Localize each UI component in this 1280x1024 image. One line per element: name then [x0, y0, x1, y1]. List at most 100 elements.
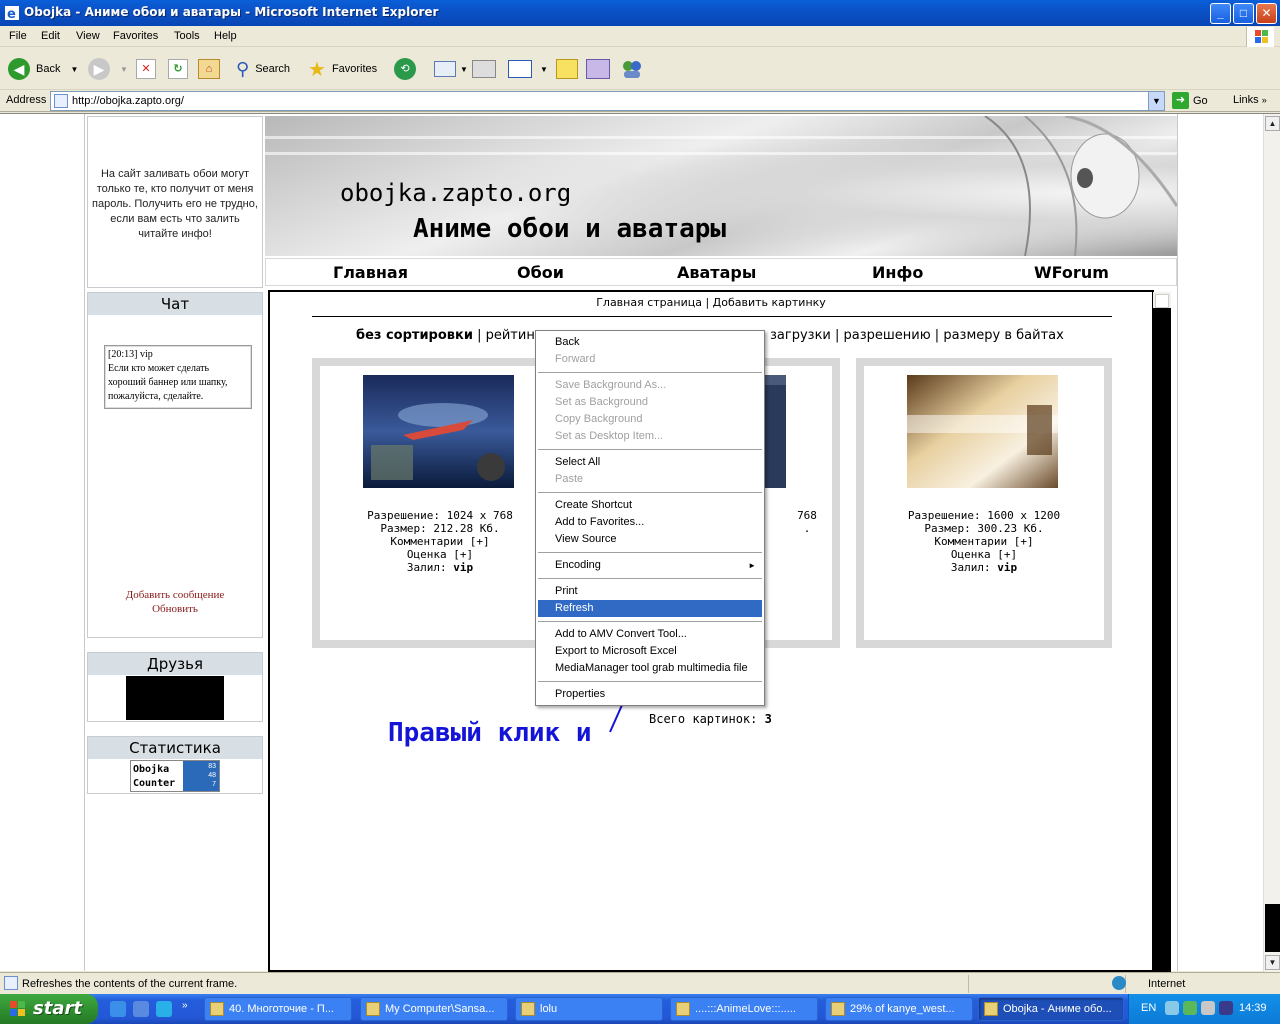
skype-quicklaunch-icon[interactable] — [156, 1001, 172, 1017]
sort-current[interactable]: без сортировки — [356, 328, 473, 343]
address-bar: Address http://obojka.zapto.org/ ▼ ➜ Go … — [0, 90, 1280, 112]
mail-dropdown-icon[interactable]: ▼ — [460, 65, 468, 74]
wallpaper-thumbnail[interactable] — [907, 375, 1058, 488]
research-button[interactable] — [586, 56, 610, 82]
forward-dropdown-icon[interactable]: ▼ — [120, 65, 128, 74]
context-menu-item[interactable]: Add to AMV Convert Tool... — [538, 626, 762, 643]
back-button[interactable]: ◀ Back ▼ — [8, 56, 78, 82]
close-button[interactable]: ✕ — [1256, 3, 1277, 24]
wallpaper-thumbnail[interactable] — [363, 375, 514, 488]
tray-icon[interactable] — [1183, 1001, 1197, 1015]
scroll-up-icon[interactable] — [1155, 294, 1169, 308]
start-button[interactable]: start — [0, 994, 98, 1024]
context-menu-item[interactable]: Export to Microsoft Excel — [538, 643, 762, 660]
maximize-button[interactable]: □ — [1233, 3, 1254, 24]
context-menu-item[interactable]: Properties — [538, 686, 762, 703]
language-indicator[interactable]: EN — [1141, 1002, 1156, 1014]
ie-quicklaunch-icon[interactable] — [110, 1001, 126, 1017]
sort-rating[interactable]: | рейтин — [473, 328, 535, 343]
stop-button[interactable]: ✕ — [136, 56, 156, 82]
forward-button[interactable]: ▶ ▼ — [88, 56, 128, 82]
history-button[interactable]: ⟲ — [394, 56, 416, 82]
menu-view[interactable]: View — [76, 30, 100, 42]
sort-bar-right[interactable]: загрузки | разрешению | размеру в байтах — [770, 328, 1064, 343]
uploader-name[interactable]: vip — [453, 561, 473, 574]
print-button[interactable] — [472, 56, 496, 82]
taskbar-item[interactable]: lolu — [515, 997, 663, 1021]
address-dropdown-icon[interactable]: ▼ — [1148, 92, 1164, 110]
app-quicklaunch-icon[interactable] — [133, 1001, 149, 1017]
frame-scrollbar[interactable] — [1153, 292, 1171, 972]
favorites-star-icon: ★ — [308, 58, 326, 81]
scroll-down-icon[interactable]: ▼ — [1265, 955, 1280, 970]
context-menu-item: Set as Background — [538, 394, 762, 411]
start-label: start — [33, 998, 82, 1019]
favorites-label: Favorites — [331, 63, 378, 75]
context-menu-item[interactable]: MediaManager tool grab multimedia file — [538, 660, 762, 677]
refresh-icon: ↻ — [168, 59, 188, 79]
menu-file[interactable]: File — [9, 30, 27, 42]
wallpaper-comments-link[interactable]: Комментарии [+] — [320, 535, 560, 548]
menu-favorites[interactable]: Favorites — [113, 30, 158, 42]
taskbar-item[interactable]: 29% of kanye_west... — [825, 997, 973, 1021]
scroll-up-icon[interactable]: ▲ — [1265, 116, 1280, 131]
chat-add-link[interactable]: Добавить сообщение — [88, 588, 262, 602]
chat-refresh-link[interactable]: Обновить — [88, 602, 262, 616]
taskbar-item-active[interactable]: Obojka - Аниме обо... — [978, 997, 1124, 1021]
menu-help[interactable]: Help — [214, 30, 237, 42]
tray-icon[interactable] — [1201, 1001, 1215, 1015]
task-label: My Computer\Sansa... — [385, 1003, 495, 1015]
toolbar: ◀ Back ▼ ▶ ▼ ✕ ↻ ⌂ ⚲ Search ★ Favorites … — [0, 48, 1280, 90]
friends-banner[interactable] — [126, 676, 224, 720]
uploader-name[interactable]: vip — [997, 561, 1017, 574]
tray-icon[interactable] — [1219, 1001, 1233, 1015]
counter-widget[interactable]: Obojka Counter 83 48 7 — [130, 760, 220, 792]
taskbar-item[interactable]: My Computer\Sansa... — [360, 997, 508, 1021]
nav-home[interactable]: Главная — [333, 263, 408, 282]
address-input[interactable]: http://obojka.zapto.org/ ▼ — [50, 91, 1165, 111]
back-dropdown-icon[interactable]: ▼ — [70, 65, 78, 74]
menu-tools[interactable]: Tools — [174, 30, 200, 42]
counter-values: 83 48 7 — [183, 761, 219, 791]
context-menu-item[interactable]: Add to Favorites... — [538, 514, 762, 531]
favorites-button[interactable]: ★ Favorites — [308, 56, 377, 82]
scrollbar-thumb[interactable] — [1265, 904, 1280, 952]
home-button[interactable]: ⌂ — [198, 56, 220, 82]
go-button[interactable]: ➜ Go — [1172, 92, 1208, 109]
context-menu-item[interactable]: View Source — [538, 531, 762, 548]
nav-info[interactable]: Инфо — [872, 263, 923, 282]
context-menu-item[interactable]: Back — [538, 334, 762, 351]
quicklaunch-expand-icon[interactable]: » — [182, 1000, 188, 1011]
context-menu-item[interactable]: Encoding ► — [538, 557, 762, 574]
edit-dropdown-icon[interactable]: ▼ — [540, 65, 548, 74]
mail-button[interactable]: ▼ — [434, 56, 468, 82]
messenger-icon — [620, 59, 644, 79]
minimize-button[interactable]: _ — [1210, 3, 1231, 24]
tray-icon[interactable] — [1165, 1001, 1179, 1015]
total-value: 3 — [764, 712, 772, 726]
wallpaper-rating-link[interactable]: Оценка [+] — [320, 548, 560, 561]
refresh-button[interactable]: ↻ — [168, 56, 188, 82]
edit-button[interactable]: ▼ — [508, 56, 548, 82]
nav-wallpapers[interactable]: Обои — [517, 263, 564, 282]
menu-edit[interactable]: Edit — [41, 30, 60, 42]
info-text: На сайт заливать обои могут только те, к… — [92, 168, 258, 240]
page-scrollbar[interactable]: ▲ ▼ — [1263, 114, 1280, 972]
search-button[interactable]: ⚲ Search — [236, 56, 290, 82]
nav-avatars[interactable]: Аватары — [677, 263, 756, 282]
messenger-button[interactable] — [620, 56, 644, 82]
uploader-label: Залил: — [406, 561, 454, 574]
wallpaper-comments-link[interactable]: Комментарии [+] — [864, 535, 1104, 548]
wallpaper-rating-link[interactable]: Оценка [+] — [864, 548, 1104, 561]
nav-forum[interactable]: WForum — [1034, 263, 1109, 282]
scrollbar-track[interactable] — [1153, 308, 1171, 972]
links-button[interactable]: Links » — [1233, 94, 1267, 106]
context-menu-item[interactable]: Print — [538, 583, 762, 600]
context-menu-item[interactable]: Select All — [538, 454, 762, 471]
window-titlebar: e Obojka - Аниме обои и аватары - Micros… — [0, 0, 1280, 26]
taskbar-item[interactable]: 40. Многоточие - П... — [204, 997, 352, 1021]
context-menu-item[interactable]: Create Shortcut — [538, 497, 762, 514]
context-menu-item[interactable]: Refresh — [538, 600, 762, 617]
notes-button[interactable] — [556, 56, 578, 82]
taskbar-item[interactable]: ....:::AnimeLove:::..... — [670, 997, 818, 1021]
